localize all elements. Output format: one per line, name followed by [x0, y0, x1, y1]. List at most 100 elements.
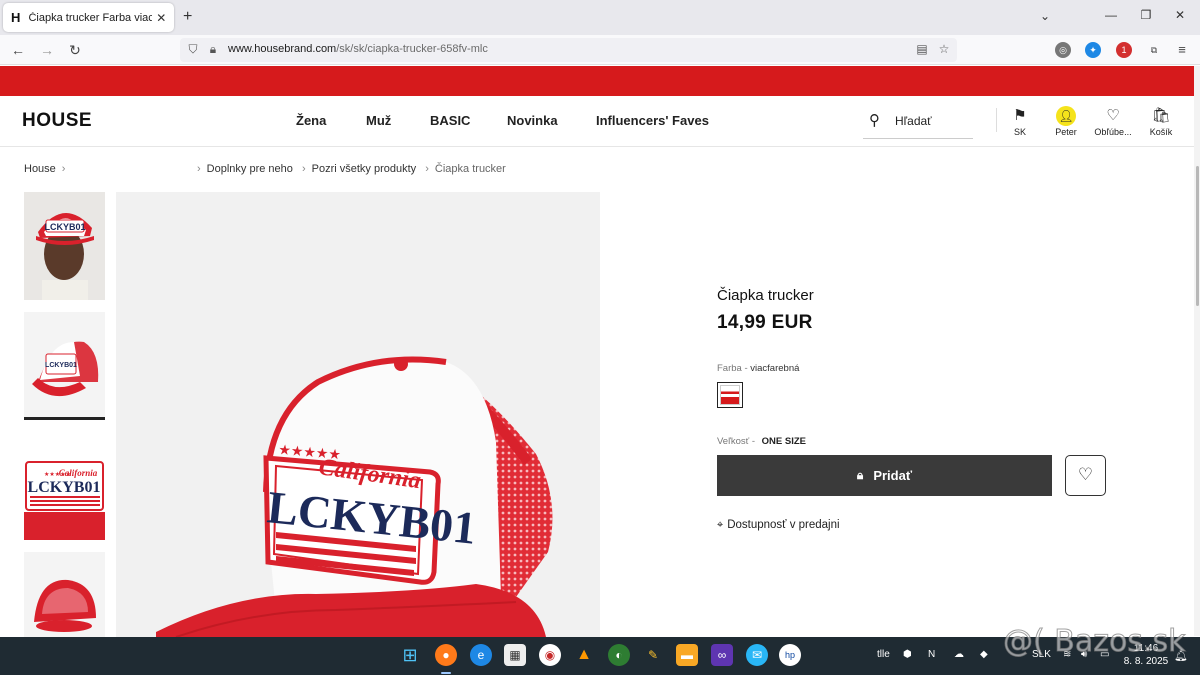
breadcrumb-home[interactable]: House — [24, 163, 56, 175]
breadcrumb: › Doplnky pre neho › Pozri všetky produkty… — [197, 163, 506, 175]
svg-text:LCKYB01: LCKYB01 — [28, 479, 101, 496]
extension-adblock-icon[interactable]: 1 — [1116, 42, 1132, 58]
hp-icon[interactable]: hp — [779, 644, 801, 666]
svg-text:California: California — [59, 468, 98, 478]
lock-icon[interactable]: 🔒︎ — [205, 42, 221, 57]
search-field[interactable]: ⚲ Hľadať — [863, 105, 973, 139]
gallery-thumbnail-4[interactable] — [24, 552, 105, 637]
site-header: HOUSE Žena Muž BASIC Novinka Influencers… — [0, 96, 1194, 147]
cap-illustration: ★★★★★ California LCKYB01 — [116, 192, 600, 637]
availability-label: Dostupnosť v predajni — [727, 519, 840, 531]
browser-tab-strip: H Čiapka trucker Farba viacfarebná ✕ + ⌄… — [0, 0, 1200, 35]
watermark: @( Bazos.sk — [1002, 624, 1186, 660]
active-thumbnail-indicator — [24, 417, 105, 420]
chevron-right-icon: › — [425, 163, 429, 175]
windows-start-icon[interactable]: ⊞ — [399, 644, 421, 666]
bag-icon: 🛍︎ — [1151, 107, 1171, 124]
svg-text:LCKYB01: LCKYB01 — [44, 222, 85, 232]
gallery-thumbnail-1[interactable]: LCKYB01 — [24, 192, 105, 300]
file-explorer-icon[interactable]: ▬ — [676, 644, 698, 666]
new-tab-icon[interactable]: + — [183, 9, 192, 25]
color-value: viacfarebná — [750, 363, 800, 374]
site-logo[interactable]: HOUSE — [22, 110, 92, 132]
nav-item-zena[interactable]: Žena — [296, 113, 326, 128]
thumbnail-cap-side-image: LCKYB01 — [24, 312, 105, 420]
account-sync-icon[interactable]: ◎ — [1055, 42, 1071, 58]
heart-icon: ♡ — [1106, 107, 1120, 124]
user-icon: 👤︎ — [1056, 106, 1076, 126]
cart-button[interactable]: 🛍︎ Košík — [1138, 105, 1184, 137]
menu-icon[interactable]: ≡ — [1174, 42, 1190, 58]
scrollbar-thumb[interactable] — [1196, 166, 1199, 306]
browser-tab[interactable]: H Čiapka trucker Farba viacfarebná ✕ — [3, 3, 174, 32]
app-purple-icon[interactable]: ∞ — [711, 644, 733, 666]
nav-item-novinka[interactable]: Novinka — [507, 113, 558, 128]
close-tab-icon[interactable]: ✕ — [155, 11, 168, 25]
account-label: Peter — [1055, 127, 1077, 137]
tab-title: Čiapka trucker Farba viacfarebná — [28, 11, 152, 24]
edge-icon[interactable]: e — [470, 644, 492, 666]
thumbnail-cap-front-image: ★★★★★ California LCKYB01 — [24, 432, 105, 540]
browser-toolbar: ← → ↻ ⛉ 🔒︎ www.housebrand.com/sk/sk/ciap… — [0, 35, 1200, 65]
color-swatch[interactable] — [717, 382, 743, 408]
gallery-thumbnail-2[interactable]: LCKYB01 — [24, 312, 105, 420]
nav-item-muz[interactable]: Muž — [366, 113, 391, 128]
add-to-cart-button[interactable]: 🔒︎ Pridať — [717, 455, 1052, 496]
firefox-icon[interactable]: ● — [435, 644, 457, 666]
thumbnail-model-image: LCKYB01 — [24, 192, 105, 300]
country-label: SK — [1013, 127, 1026, 137]
bag-icon: 🔒︎ — [856, 468, 864, 482]
breadcrumb-item[interactable]: Doplnky pre neho — [207, 163, 293, 175]
gallery-thumbnail-3[interactable]: ★★★★★ California LCKYB01 — [24, 432, 105, 540]
favorites-button[interactable]: ♡ Obľúbe... — [1090, 105, 1136, 137]
restore-icon[interactable]: ❐ — [1136, 8, 1156, 22]
window-close-icon[interactable]: ✕ — [1170, 8, 1190, 22]
color-label: Farba - viacfarebná — [717, 363, 800, 374]
reader-view-icon[interactable]: ▤ — [914, 42, 930, 56]
breadcrumb-item[interactable]: Pozri všetky produkty — [312, 163, 417, 175]
heart-icon: ♡ — [1077, 465, 1094, 484]
page-scrollbar[interactable] — [1194, 66, 1200, 636]
extensions-puzzle-icon[interactable]: ⧉ — [1146, 42, 1162, 58]
back-icon[interactable]: ← — [9, 41, 27, 59]
extension-bird-icon[interactable]: ✦ — [1085, 42, 1101, 58]
nav-item-basic[interactable]: BASIC — [430, 113, 470, 128]
site-favicon-icon: H — [11, 9, 21, 25]
forward-icon[interactable]: → — [38, 41, 56, 59]
promo-banner[interactable] — [0, 66, 1200, 96]
account-button[interactable]: 👤︎ Peter — [1043, 105, 1089, 137]
extension-badge: 1 — [1121, 45, 1127, 55]
country-selector[interactable]: ⚑ SK — [997, 105, 1043, 137]
tray-text[interactable]: tlle — [877, 649, 890, 660]
vlc-icon[interactable]: ▲ — [573, 644, 595, 666]
onedrive-icon[interactable]: ☁ — [954, 649, 964, 660]
nav-item-influencers[interactable]: Influencers' Faves — [596, 113, 709, 128]
size-label: Veľkosť - ONE SIZE — [717, 436, 806, 447]
reload-icon[interactable]: ↻ — [66, 41, 84, 59]
search-input[interactable]: Hľadať — [895, 114, 932, 128]
url-text[interactable]: www.housebrand.com/sk/sk/ciapka-trucker-… — [228, 43, 488, 55]
svg-text:LCKYB01: LCKYB01 — [45, 362, 77, 369]
app-red-icon[interactable]: ◉ — [539, 644, 561, 666]
chevron-right-icon: › — [301, 163, 306, 175]
app-blue-icon[interactable]: ✉ — [746, 644, 768, 666]
product-main-image[interactable]: ★★★★★ California LCKYB01 — [116, 192, 600, 637]
chevron-down-icon[interactable]: ⌄ — [1040, 9, 1050, 23]
app-tools-icon[interactable]: ✎ — [642, 644, 664, 666]
add-to-favorites-button[interactable]: ♡ — [1065, 455, 1106, 496]
address-bar[interactable]: ⛉ 🔒︎ www.housebrand.com/sk/sk/ciapka-tru… — [180, 38, 957, 62]
size-value: ONE SIZE — [761, 436, 806, 447]
shield-icon[interactable]: ⛉ — [185, 42, 201, 57]
onenote-icon[interactable]: N — [928, 649, 935, 660]
store-availability-link[interactable]: ⌖ Dostupnosť v predajni — [717, 519, 840, 532]
app-green-icon[interactable]: ◐ — [608, 644, 630, 666]
active-app-indicator — [441, 672, 451, 674]
security-icon[interactable]: ◆ — [980, 649, 988, 660]
teams-icon[interactable]: ⬢ — [903, 649, 912, 660]
favorites-label: Obľúbe... — [1094, 127, 1132, 137]
store-icon[interactable]: ▦ — [504, 644, 526, 666]
search-icon: ⚲ — [869, 112, 880, 129]
bookmark-star-icon[interactable]: ☆ — [936, 42, 952, 56]
cart-label: Košík — [1149, 127, 1173, 137]
minimize-icon[interactable]: — — [1101, 8, 1121, 22]
